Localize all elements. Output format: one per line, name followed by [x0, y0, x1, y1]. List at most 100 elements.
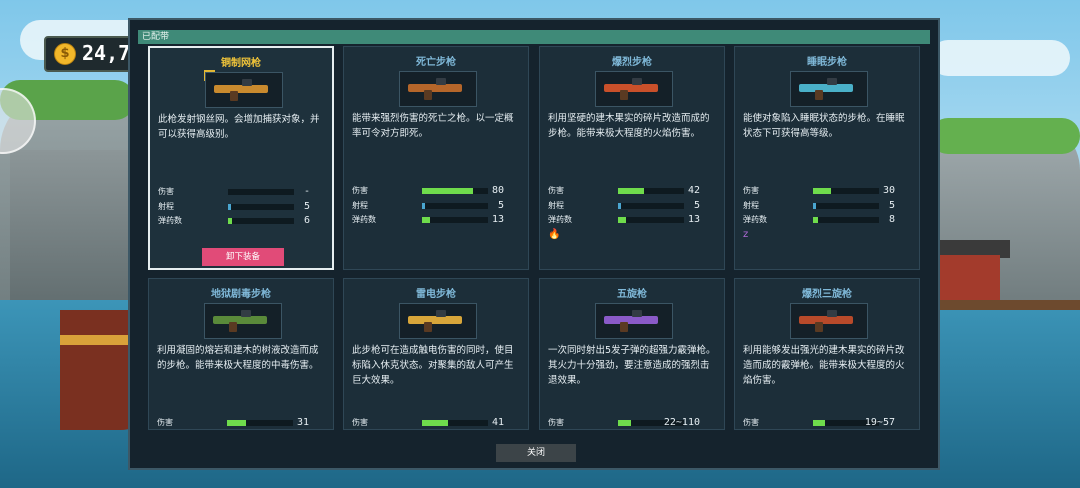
weapon-icon-frame: [595, 303, 673, 339]
weapon-icon-frame: [399, 303, 477, 339]
gun-icon: [213, 316, 267, 324]
stat-bar-fill: [422, 188, 474, 194]
stat-bar: [228, 204, 294, 210]
stat-label: 伤害: [157, 418, 173, 427]
weapon-card[interactable]: 睡眠步枪 能使对象陷入睡眠状态的步枪。在睡眠状态下可获得高等级。 伤害 30 射程 5 弹药…: [734, 46, 920, 270]
weapon-name: 五旋枪: [617, 289, 647, 300]
stat-value: 42: [687, 185, 700, 196]
weapon-description: 利用坚硬的建木果实的碎片改造而成的步枪。能带来极大程度的火焰伤害。: [548, 113, 710, 139]
gun-grip: [424, 322, 432, 332]
stat-bar-fill: [228, 218, 232, 224]
weapon-card[interactable]: 爆烈三旋枪利用能够发出强光的建木果实的碎片改造而成的霰弹枪。能带来极大程度的火焰…: [734, 278, 920, 430]
cloud: [930, 40, 1070, 76]
stat-label: 射程: [743, 201, 759, 210]
stat-value: 22~110: [663, 417, 700, 428]
stat-row: 射程 5: [352, 200, 522, 212]
stat-value: 8: [888, 214, 895, 225]
stat-label: 伤害: [352, 418, 368, 427]
stat-value: 19~57: [864, 417, 895, 428]
stat-value: 5: [497, 200, 504, 211]
weapon-name: 雷电步枪: [416, 289, 456, 300]
weapon-card[interactable]: 死亡步枪 能带来强烈伤害的死亡之枪。以一定概率可令对方即死。 伤害 80 射程 5 弹药数 1…: [343, 46, 529, 270]
weapon-name: 地狱剧毒步枪: [211, 289, 271, 300]
gun-icon: [408, 84, 462, 92]
weapon-icon-frame: [204, 303, 282, 339]
right-trees: [930, 118, 1080, 154]
gun-grip: [620, 322, 628, 332]
stat-label: 弹药数: [158, 216, 182, 225]
weapon-description: 能使对象陷入睡眠状态的步枪。在睡眠状态下可获得高等级。: [743, 113, 905, 139]
stat-bar-fill: [813, 203, 817, 209]
weapon-icon-frame: [595, 71, 673, 107]
gun-scope: [827, 310, 837, 317]
stat-label: 伤害: [158, 187, 174, 196]
modal-header: 已配带: [138, 30, 930, 44]
weapon-icon-frame: [790, 303, 868, 339]
gun-scope: [632, 310, 642, 317]
stat-bar-fill: [618, 203, 622, 209]
stat-value: 6: [303, 215, 310, 226]
stat-bar: [227, 420, 293, 426]
weapon-card[interactable]: 雷电步枪此步枪可在造成触电伤害的同时，使目标陷入休克状态。对聚集的敌人可产生巨大…: [343, 278, 529, 430]
stat-label: 伤害: [548, 418, 564, 427]
stat-label: 弹药数: [352, 215, 376, 224]
weapon-description: 此枪发射钢丝网。会增加捕获对象，并可以获得高级别。: [158, 114, 320, 140]
stat-row: 弹药数 8: [743, 214, 913, 226]
stat-bar: [228, 218, 294, 224]
stat-label: 弹药数: [743, 215, 767, 224]
gun-icon: [408, 316, 462, 324]
stat-value: 13: [491, 214, 504, 225]
stat-bar-fill: [422, 203, 426, 209]
weapon-description: 能带来强烈伤害的死亡之枪。以一定概率可令对方即死。: [352, 113, 514, 139]
gun-scope: [436, 78, 446, 85]
stat-bar: [422, 420, 488, 426]
stat-value: 5: [888, 200, 895, 211]
stat-bar-fill: [227, 420, 247, 426]
stat-value: 80: [491, 185, 504, 196]
stat-bar-fill: [813, 217, 818, 223]
weapon-name: 死亡步枪: [416, 57, 456, 68]
gun-icon: [604, 84, 658, 92]
stat-row: 弹药数 6: [158, 215, 328, 227]
stat-row: 伤害 22~110: [548, 417, 718, 429]
gun-scope: [241, 310, 251, 317]
stat-bar-fill: [618, 217, 626, 223]
weapon-card[interactable]: 地狱剧毒步枪 利用凝固的熔岩和建木的树液改造而成的步枪。能带来极大程度的中毒伤害。…: [148, 278, 334, 430]
stat-value: 31: [296, 417, 309, 428]
weapon-icon-frame: [399, 71, 477, 107]
stat-bar: [813, 203, 879, 209]
unequip-button[interactable]: 卸下装备: [202, 248, 284, 266]
stat-bar: [618, 203, 684, 209]
stat-bar: [813, 217, 879, 223]
modal-title: 已配带: [142, 32, 170, 42]
weapon-name: 爆烈三旋枪: [802, 289, 852, 300]
gun-grip: [229, 322, 237, 332]
stat-bar: [618, 188, 684, 194]
house: [930, 255, 1000, 305]
stat-row: 射程 5: [158, 201, 328, 213]
stat-row: 伤害 19~57: [743, 417, 913, 429]
stat-bar-fill: [618, 420, 632, 426]
stat-label: 伤害: [743, 418, 759, 427]
gun-grip: [815, 322, 823, 332]
stat-value: 13: [687, 214, 700, 225]
stat-label: 射程: [548, 201, 564, 210]
stat-bar-fill: [228, 204, 232, 210]
stat-row: 伤害 30: [743, 185, 913, 197]
gun-scope: [632, 78, 642, 85]
stat-bar-fill: [422, 420, 448, 426]
gun-icon: [799, 84, 853, 92]
gun-grip: [230, 91, 238, 101]
weapon-card[interactable]: 爆烈步枪 利用坚硬的建木果实的碎片改造而成的步枪。能带来极大程度的火焰伤害。 伤害 4…: [539, 46, 725, 270]
weapon-card[interactable]: 五旋枪 一次同时射出5发子弹的超强力霰弹枪。其火力十分强劲，要注意造成的强烈击退效…: [539, 278, 725, 430]
stat-row: 射程 5: [743, 200, 913, 212]
close-button[interactable]: 关闭: [496, 444, 576, 462]
weapon-card[interactable]: 铜制网枪E此枪发射钢丝网。会增加捕获对象，并可以获得高级别。伤害-射程5弹药数6…: [148, 46, 334, 270]
gun-grip: [815, 90, 823, 100]
stat-row: 伤害 42: [548, 185, 718, 197]
stat-row: 伤害 41: [352, 417, 522, 429]
weapon-description: 利用能够发出强光的建木果实的碎片改造而成的霰弹枪。能带来极大程度的火焰伤害。: [743, 345, 905, 386]
gun-icon: [214, 85, 268, 93]
weapon-description: 此步枪可在造成触电伤害的同时，使目标陷入休克状态。对聚集的敌人可产生巨大效果。: [352, 345, 514, 386]
weapon-name: 铜制网枪: [221, 58, 261, 69]
